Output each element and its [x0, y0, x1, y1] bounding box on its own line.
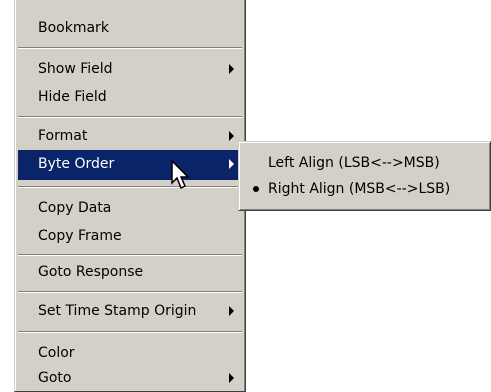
menu-separator — [18, 331, 242, 333]
menu-item-label: Goto Response — [38, 264, 144, 280]
menu-item-label: Format — [38, 128, 88, 144]
menu-item-copy-data[interactable]: Copy Data — [18, 194, 242, 222]
byte-order-submenu: Left Align (LSB<-->MSB) Right Align (MSB… — [238, 141, 491, 211]
submenu-item-label: Right Align (MSB<-->LSB) — [268, 181, 451, 197]
menu-item-format[interactable]: Format — [18, 122, 242, 150]
mouse-pointer-icon — [171, 160, 190, 190]
submenu-item-label: Left Align (LSB<-->MSB) — [268, 155, 440, 171]
menu-item-label: Hide Field — [38, 89, 107, 105]
radio-dot-icon — [253, 186, 259, 192]
menu-item-hide-field[interactable]: Hide Field — [18, 83, 242, 111]
menu-item-bookmark[interactable]: Bookmark — [18, 14, 242, 42]
menu-item-copy-frame[interactable]: Copy Frame — [18, 222, 242, 250]
menu-item-color[interactable]: Color — [18, 339, 242, 367]
submenu-arrow-icon — [229, 64, 234, 74]
menu-separator — [18, 291, 242, 293]
menu-separator — [18, 186, 242, 188]
menu-item-set-time-stamp-origin[interactable]: Set Time Stamp Origin — [18, 297, 242, 325]
menu-item-show-field[interactable]: Show Field — [18, 55, 242, 83]
menu-separator — [18, 47, 242, 49]
menu-item-label: Byte Order — [38, 156, 115, 172]
menu-item-goto-response[interactable]: Goto Response — [18, 258, 242, 286]
menu-item-label: Copy Frame — [38, 228, 122, 244]
menu-item-label: Color — [38, 345, 75, 361]
context-menu: Bookmark Show Field Hide Field Format By… — [14, 0, 246, 392]
menu-item-label: Show Field — [38, 61, 113, 77]
menu-item-label: Goto — [38, 370, 72, 386]
submenu-arrow-icon — [229, 306, 234, 316]
submenu-arrow-icon — [229, 159, 234, 169]
submenu-item-left-align[interactable]: Left Align (LSB<-->MSB) — [242, 149, 487, 177]
menu-separator — [18, 254, 242, 256]
menu-item-label: Copy Data — [38, 200, 112, 216]
menu-item-label: Set Time Stamp Origin — [38, 303, 197, 319]
menu-separator — [18, 116, 242, 118]
submenu-item-right-align[interactable]: Right Align (MSB<-->LSB) — [242, 175, 487, 203]
menu-item-goto[interactable]: Goto — [18, 364, 242, 392]
menu-item-byte-order[interactable]: Byte Order — [18, 150, 242, 180]
submenu-arrow-icon — [229, 373, 234, 383]
menu-item-label: Bookmark — [38, 20, 109, 36]
submenu-arrow-icon — [229, 131, 234, 141]
